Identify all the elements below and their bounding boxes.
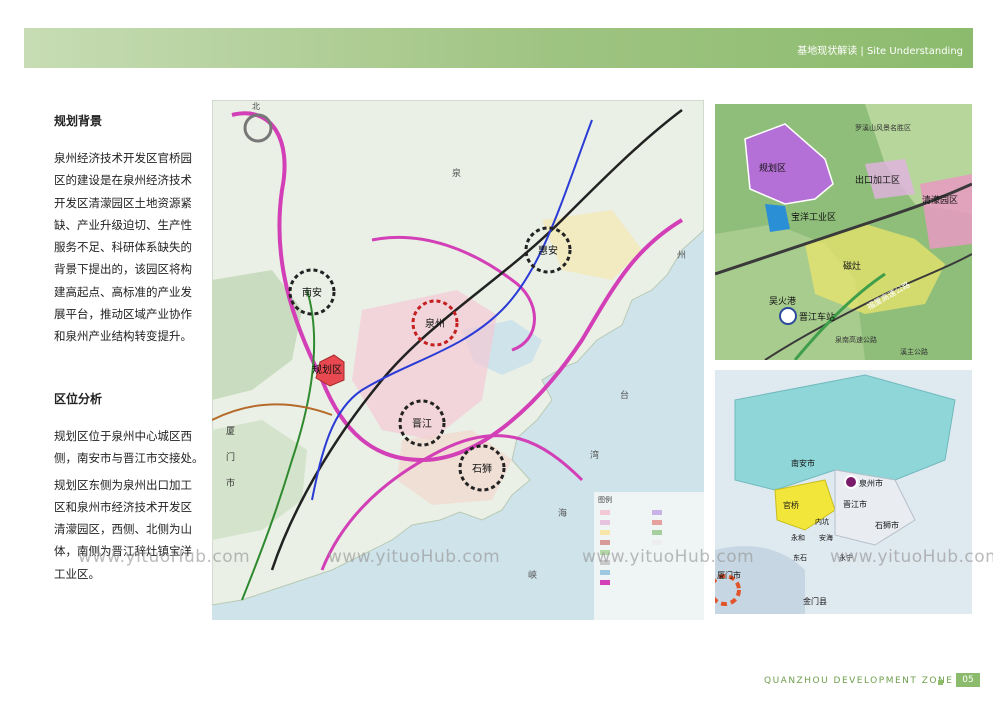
page-number: 05 [956,673,980,687]
inset1-label: 清濛园区 [922,194,958,206]
site-inset-svg: 规划区 出口加工区 清濛园区 宝洋工业区 磁灶 吴火港 晋江车站 福厦高速公路 … [715,104,972,360]
inset1-label: 出口加工区 [855,174,900,186]
legend-swatch [652,530,662,535]
text-line: 清濛园区，西侧、北侧为山 [54,522,192,537]
background-title: 规划背景 [54,114,103,128]
side-label: 厦 [226,426,235,437]
watermark: www.yituoHub.com [830,547,993,567]
sea-label: 州 [677,250,686,261]
side-label: 门 [226,451,235,463]
text-line: 背景下提出的，该园区将构 [54,262,192,277]
city-label-shishi: 石狮 [472,462,492,475]
text-line: 泉州经济技术开发区官桥园 [54,151,192,165]
text-line: 开发区清濛园区土地资源紧 [54,195,192,210]
legend-title: 图例 [598,495,612,504]
inset2-label: 泉州市 [859,478,883,488]
inset2-label: 内坑 [815,517,829,526]
inset2-label: 晋江市 [843,499,867,509]
inset1-label: 晋江车站 [799,311,835,323]
inset2-label: 永和 [791,533,805,542]
text-line: 建高起点、高标准的产业发 [54,284,192,299]
inset1-label: 吴火港 [769,295,796,307]
legend-swatch [600,570,610,575]
region-inset-map[interactable]: 南安市 泉州市 官桥 晋江市 内坑 石狮市 永和 安海 东石 永宁 厦门市 金门… [715,370,972,614]
qingmeng-zone [920,174,972,249]
background-section: 规划背景 泉州经济技术开发区官桥园 区的建设是在泉州经济技术 开发区清濛园区土地… [54,112,204,348]
legend-swatch [652,540,662,545]
sea-label: 泉 [452,167,461,179]
inset2-label: 官桥 [783,500,799,510]
location-text-2: 规划区东侧为泉州出口加工 区和泉州市经济技术开发区 清濛园区，西侧、北侧为山 体… [54,474,204,585]
sea-label: 湾 [590,449,599,461]
legend-swatch [652,510,662,515]
inset2-label: 厦门市 [717,570,741,580]
inset1-label: 溪主公路 [900,347,928,356]
legend-swatch [600,530,610,535]
watermark: www.yituoHub.com [78,547,251,567]
location-title: 区位分析 [54,392,103,406]
inset1-label: 规划区 [759,162,786,174]
city-label-quanzhou: 泉州 [425,317,445,330]
site-inset-map[interactable]: 规划区 出口加工区 清濛园区 宝洋工业区 磁灶 吴火港 晋江车站 福厦高速公路 … [715,104,972,360]
legend-swatch [652,520,662,525]
legend-swatch [600,510,610,515]
header-band: 基地现状解读 | Site Understanding [24,28,973,68]
text-line: 区和泉州市经济技术开发区 [54,499,192,514]
text-line: 工业区。 [54,566,100,581]
regional-map[interactable]: 北 南安 惠安 泉州 晋江 石狮 规划区 厦 门 市 泉 州 台 湾 海 峡 图… [212,100,704,620]
regional-map-svg: 北 南安 惠安 泉州 晋江 石狮 规划区 厦 门 市 泉 州 台 湾 海 峡 图… [212,100,704,620]
text-line: 缺、产业升级迫切、生产性 [54,217,192,232]
watermark: www.yituoHub.com [328,547,501,567]
text-line: 服务不足、科研体系缺失的 [54,240,192,255]
location-text-1: 规划区位于泉州中心城区西 侧，南安市与晋江市交接处。 [54,425,204,470]
text-line: 展平台，推动区域产业协作 [54,307,192,322]
sea-label: 峡 [528,569,537,581]
inset2-label: 石狮市 [875,520,899,530]
quanzhou-marker [844,475,858,489]
plan-area-label: 规划区 [312,363,342,376]
inset1-label: 宝洋工业区 [791,211,836,223]
inset2-label: 金门县 [803,596,827,606]
inset2-label: 安海 [819,533,833,542]
background-text: 泉州经济技术开发区官桥园 区的建设是在泉州经济技术 开发区清濛园区土地资源紧 缺… [54,147,204,348]
city-label-nanan: 南安 [302,286,322,299]
legend-swatch [600,520,610,525]
inset1-label: 泉南高速公路 [835,335,877,344]
inset2-label: 东石 [793,553,807,562]
footer-title: QUANZHOU DEVELOPMENT ZONE [764,676,954,686]
inset1-label: 磁灶 [843,260,861,272]
footer-dot [938,680,943,685]
inset1-label: 罗溪山风景名胜区 [855,123,911,132]
text-line: 区的建设是在泉州经济技术 [54,173,192,188]
page-title: 基地现状解读 | Site Understanding [797,46,963,57]
region-inset-svg: 南安市 泉州市 官桥 晋江市 内坑 石狮市 永和 安海 东石 永宁 厦门市 金门… [715,374,956,614]
legend-swatch [600,540,610,545]
city-label-jinjiang: 晋江 [412,418,432,430]
station-icon [779,307,797,325]
legend-swatch [600,580,610,585]
sea-label: 台 [620,389,629,401]
sea-label: 海 [558,507,567,519]
text-line: 规划区位于泉州中心城区西 [54,429,192,443]
side-label: 市 [226,477,235,489]
text-line: 侧，南安市与晋江市交接处。 [54,451,204,466]
inset2-label: 南安市 [791,458,815,468]
city-label-huian: 惠安 [538,244,558,257]
text-line: 规划区东侧为泉州出口加工 [54,477,192,492]
watermark: www.yituoHub.com [582,547,755,567]
north-label: 北 [252,102,260,111]
text-line: 和泉州产业结构转变提升。 [54,329,192,344]
